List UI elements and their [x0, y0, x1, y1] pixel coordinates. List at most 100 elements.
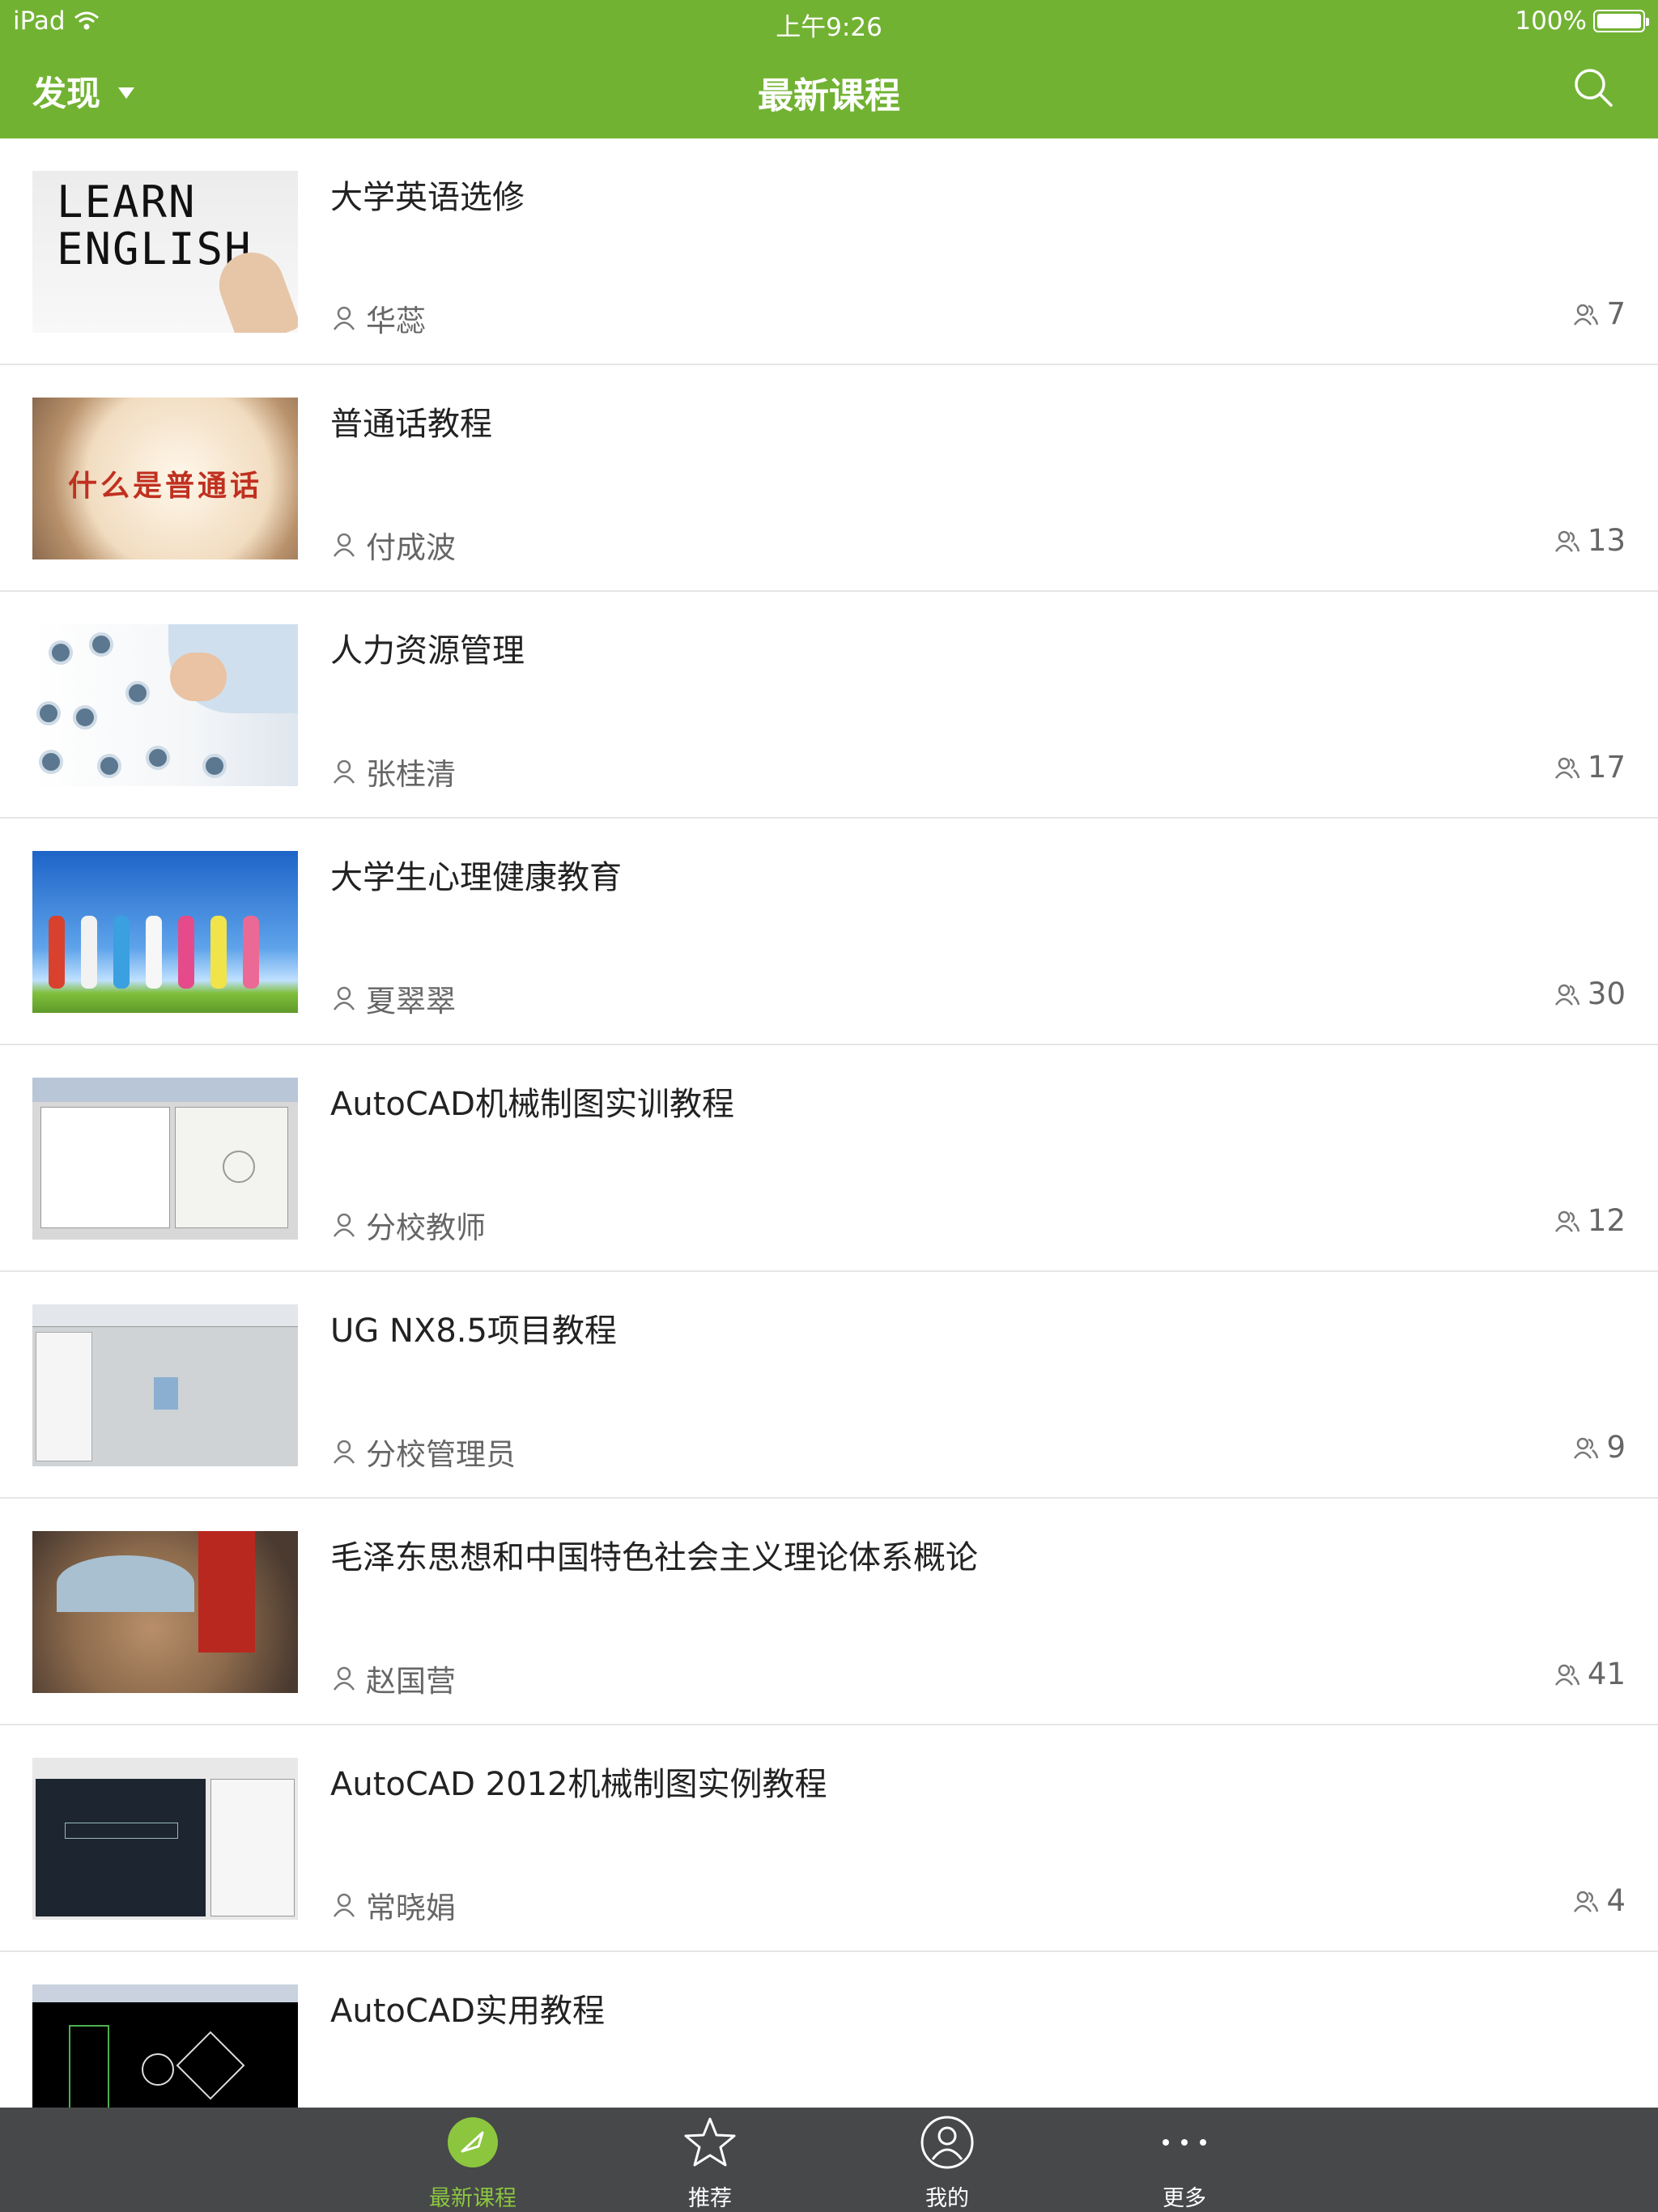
course-teacher: 分校教师 [330, 1203, 486, 1247]
users-icon [1554, 1210, 1580, 1232]
teacher-name: 张桂清 [366, 757, 456, 792]
course-thumbnail [32, 1758, 298, 1920]
compass-icon [448, 2117, 498, 2167]
toolbar-graphic [32, 1984, 298, 2002]
canvas-graphic [36, 1779, 206, 1916]
course-thumbnail: LEARN ENGLISH [32, 171, 298, 333]
status-bar: iPad 上午9:26 100% [0, 0, 1658, 42]
person-graphic [178, 916, 194, 989]
user-icon [333, 306, 355, 330]
app-screen: iPad 上午9:26 100% 发现 最新课程 LEARN ENGLISH 大… [0, 0, 1658, 2212]
user-icon [333, 1893, 355, 1917]
thumbnail-text: 什么是普通话 [67, 469, 262, 503]
student-count: 7 [1572, 296, 1626, 331]
person-graphic [81, 916, 97, 989]
network-node [39, 750, 63, 774]
count-value: 9 [1606, 1430, 1626, 1465]
count-value: 12 [1587, 1203, 1626, 1238]
course-teacher: 分校管理员 [330, 1430, 516, 1474]
count-value: 30 [1587, 976, 1626, 1011]
tab-recommended[interactable]: 推荐 [645, 2116, 775, 2212]
tab-bar: 最新课程 推荐 我的 更多 [0, 2108, 1658, 2212]
users-icon [1554, 1664, 1580, 1686]
course-row[interactable]: AutoCAD 2012机械制图实例教程 常晓娟 4 [0, 1725, 1658, 1952]
tab-label: 推荐 [688, 2186, 732, 2211]
network-node [202, 754, 227, 778]
count-value: 13 [1587, 523, 1626, 558]
course-title: 大学生心理健康教育 [330, 859, 622, 896]
nav-bar: 发现 最新课程 [0, 42, 1658, 138]
drawing-graphic [69, 2025, 109, 2108]
student-count: 12 [1554, 1203, 1626, 1238]
course-row[interactable]: AutoCAD机械制图实训教程 分校教师 12 [0, 1045, 1658, 1272]
course-row[interactable]: UG NX8.5项目教程 分校管理员 9 [0, 1272, 1658, 1499]
network-node [89, 632, 113, 657]
tab-more[interactable]: 更多 [1120, 2116, 1249, 2212]
course-title: 人力资源管理 [330, 632, 525, 670]
users-icon [1554, 530, 1580, 552]
course-thumbnail [32, 1078, 298, 1240]
course-row[interactable]: AutoCAD实用教程 [0, 1952, 1658, 2108]
tab-label: 最新课程 [429, 2186, 517, 2211]
panel-graphic [40, 1107, 170, 1228]
course-teacher: 赵国营 [330, 1657, 456, 1700]
user-icon [333, 533, 355, 557]
network-node [125, 681, 150, 705]
person-graphic [146, 916, 162, 989]
course-title: 大学英语选修 [330, 179, 525, 216]
network-node [146, 746, 170, 770]
course-row[interactable]: 人力资源管理 张桂清 17 [0, 592, 1658, 819]
student-count: 30 [1554, 976, 1626, 1011]
user-icon [333, 986, 355, 1010]
page-title: 最新课程 [758, 75, 900, 117]
users-icon [1574, 304, 1599, 325]
count-value: 41 [1587, 1657, 1626, 1691]
teacher-name: 分校管理员 [366, 1437, 516, 1472]
student-count: 13 [1554, 523, 1626, 558]
circle-graphic [223, 1151, 255, 1183]
course-title: 毛泽东思想和中国特色社会主义理论体系概论 [330, 1539, 978, 1576]
student-count: 17 [1554, 750, 1626, 785]
tab-mine[interactable]: 我的 [882, 2116, 1012, 2212]
circle-graphic [142, 2053, 174, 2086]
toolbar-graphic [32, 1304, 298, 1327]
count-value: 4 [1606, 1883, 1626, 1918]
course-title: AutoCAD实用教程 [330, 1993, 605, 2030]
star-icon [684, 2117, 736, 2167]
course-row[interactable]: 什么是普通话 普通话教程 付成波 13 [0, 365, 1658, 592]
course-title: UG NX8.5项目教程 [330, 1312, 617, 1350]
teacher-name: 常晓娟 [366, 1891, 456, 1925]
course-row[interactable]: LEARN ENGLISH 大学英语选修 华蕊 7 [0, 138, 1658, 365]
teacher-name: 华蕊 [366, 304, 426, 338]
course-thumbnail [32, 1984, 298, 2108]
painting-graphic [57, 1555, 194, 1612]
person-graphic [243, 916, 259, 989]
course-teacher: 夏翠翠 [330, 976, 456, 1020]
tab-latest-courses[interactable]: 最新课程 [408, 2116, 538, 2212]
users-icon [1574, 1891, 1599, 1912]
count-value: 17 [1587, 750, 1626, 785]
student-count: 9 [1572, 1430, 1626, 1465]
student-count: 41 [1554, 1657, 1626, 1691]
search-icon[interactable] [1571, 65, 1616, 110]
users-icon [1574, 1437, 1599, 1459]
count-value: 7 [1606, 296, 1626, 331]
course-teacher: 常晓娟 [330, 1883, 456, 1927]
thumbnail-text: LEARN ENGLISH [57, 177, 253, 274]
course-title: AutoCAD 2012机械制图实例教程 [330, 1766, 827, 1803]
person-graphic [49, 916, 65, 989]
course-thumbnail [32, 851, 298, 1013]
teacher-name: 夏翠翠 [366, 984, 456, 1019]
person-graphic [113, 916, 130, 989]
course-list[interactable]: LEARN ENGLISH 大学英语选修 华蕊 7 什么是普通话 普通话教程 付成… [0, 138, 1658, 2108]
model-graphic [154, 1377, 178, 1410]
course-thumbnail [32, 624, 298, 786]
teacher-name: 付成波 [366, 530, 456, 565]
user-icon [333, 1440, 355, 1464]
network-node [36, 701, 61, 725]
course-row[interactable]: 大学生心理健康教育 夏翠翠 30 [0, 819, 1658, 1045]
battery-percent: 100% [1515, 6, 1587, 36]
course-row[interactable]: 毛泽东思想和中国特色社会主义理论体系概论 赵国营 41 [0, 1499, 1658, 1725]
course-teacher: 付成波 [330, 523, 456, 567]
course-thumbnail [32, 1304, 298, 1466]
